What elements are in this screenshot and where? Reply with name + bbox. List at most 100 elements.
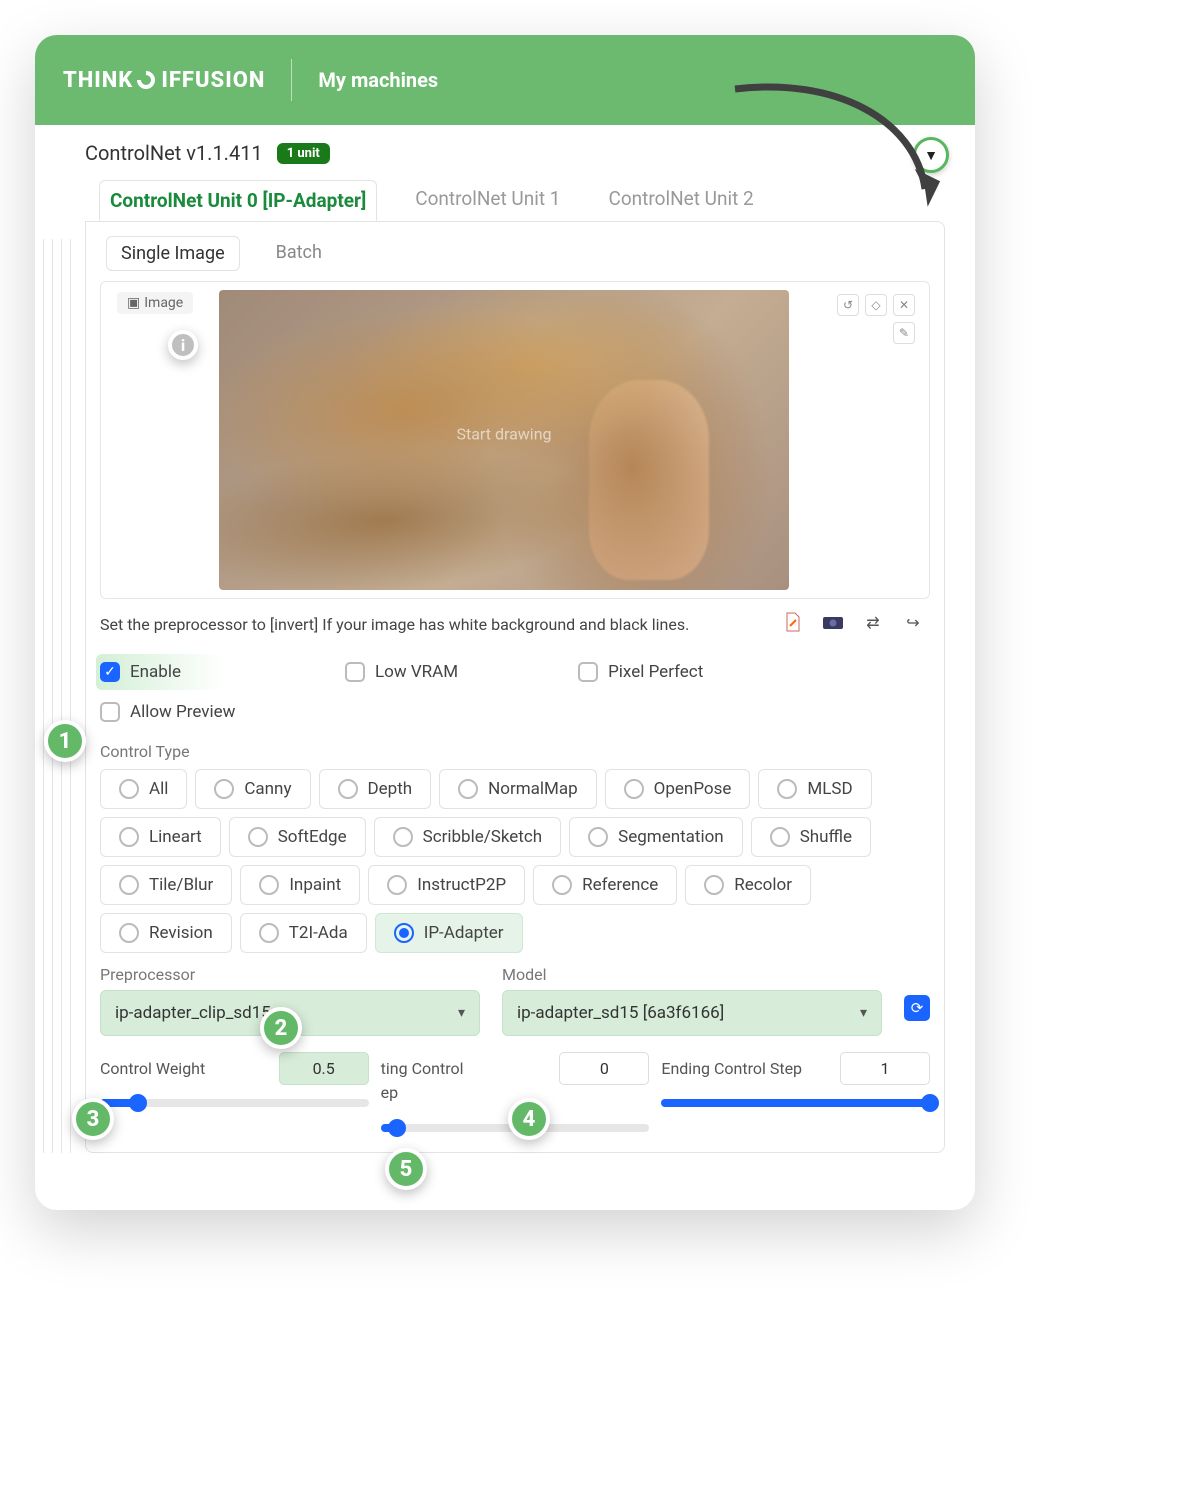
- callout-4: 4: [508, 1098, 550, 1140]
- weight-value[interactable]: 0.5: [279, 1052, 369, 1085]
- radio-depth[interactable]: Depth: [319, 769, 432, 809]
- checkbox-off-icon: [345, 662, 365, 682]
- send-icon[interactable]: ↪: [902, 612, 924, 632]
- model-label: Model: [502, 965, 882, 984]
- radio-label: Canny: [244, 779, 291, 799]
- radio-shuffle[interactable]: Shuffle: [751, 817, 871, 857]
- hint-row: Set the preprocessor to [invert] If your…: [96, 609, 934, 636]
- close-icon[interactable]: ✕: [893, 294, 915, 316]
- logo: THINK IFFUSION: [63, 67, 265, 93]
- callout-3: 3: [72, 1098, 114, 1140]
- radio-inpaint[interactable]: Inpaint: [240, 865, 360, 905]
- pixelperfect-checkbox[interactable]: Pixel Perfect: [578, 662, 703, 682]
- lowvram-checkbox[interactable]: Low VRAM: [345, 662, 458, 682]
- doc-icon[interactable]: [782, 612, 804, 632]
- unit-tabs: ControlNet Unit 0 [IP-Adapter] ControlNe…: [85, 179, 975, 221]
- radio-tile[interactable]: Tile/Blur: [100, 865, 232, 905]
- radio-label: Revision: [149, 923, 213, 943]
- image-label-text: Image: [144, 295, 183, 311]
- checkbox-row-2: Allow Preview: [96, 690, 934, 722]
- checkbox-on-icon: ✓: [100, 662, 120, 682]
- end-value[interactable]: 1: [840, 1052, 930, 1085]
- radio-canny[interactable]: Canny: [195, 769, 310, 809]
- image-area: ▣ Image Start drawing ↺ ◇ ✕ ✎: [100, 281, 930, 599]
- subtab-single[interactable]: Single Image: [106, 236, 240, 271]
- preprocessor-hint: Set the preprocessor to [invert] If your…: [96, 609, 693, 636]
- erase-icon[interactable]: ◇: [865, 294, 887, 316]
- radio-label: Reference: [582, 875, 658, 895]
- model-select[interactable]: ip-adapter_sd15 [6a3f6166]: [502, 990, 882, 1036]
- camera-icon[interactable]: [822, 612, 844, 632]
- nesting-bars: [43, 239, 79, 1153]
- allowpreview-label: Allow Preview: [130, 702, 235, 722]
- tab-unit-2[interactable]: ControlNet Unit 2: [598, 179, 763, 220]
- logo-text-left: THINK: [63, 68, 133, 93]
- allowpreview-checkbox[interactable]: Allow Preview: [100, 702, 235, 722]
- radio-label: Lineart: [149, 827, 202, 847]
- undo-icon[interactable]: ↺: [837, 294, 859, 316]
- start-drawing-text: Start drawing: [456, 425, 551, 444]
- input-image[interactable]: Start drawing: [219, 290, 789, 590]
- mode-tabs: Single Image Batch: [96, 232, 934, 277]
- pen-icon[interactable]: ✎: [893, 322, 915, 344]
- radio-lineart[interactable]: Lineart: [100, 817, 221, 857]
- control-type-group: All Canny Depth NormalMap OpenPose MLSD …: [96, 769, 934, 953]
- start-label-b: ep: [381, 1083, 650, 1102]
- weight-track[interactable]: [100, 1099, 369, 1107]
- control-type-label: Control Type: [96, 722, 934, 769]
- callout-info: i: [168, 330, 198, 360]
- radio-revision[interactable]: Revision: [100, 913, 232, 953]
- weight-label: Control Weight: [100, 1059, 205, 1078]
- unit-badge: 1 unit: [277, 143, 330, 164]
- swap-icon[interactable]: ⇄: [862, 612, 884, 632]
- tab-unit-1[interactable]: ControlNet Unit 1: [405, 179, 570, 220]
- panel-body: ControlNet v1.1.411 1 unit ▼ ControlNet …: [35, 125, 975, 1153]
- checkbox-off-icon: [578, 662, 598, 682]
- radio-seg[interactable]: Segmentation: [569, 817, 743, 857]
- callout-5: 5: [385, 1148, 427, 1190]
- radio-reference[interactable]: Reference: [533, 865, 677, 905]
- tab-unit-0[interactable]: ControlNet Unit 0 [IP-Adapter]: [99, 180, 377, 221]
- radio-label: NormalMap: [488, 779, 578, 799]
- radio-normalmap[interactable]: NormalMap: [439, 769, 597, 809]
- subtab-batch[interactable]: Batch: [262, 236, 336, 271]
- radio-label: Scribble/Sketch: [423, 827, 543, 847]
- radio-label: Shuffle: [800, 827, 852, 847]
- enable-checkbox[interactable]: ✓ Enable: [96, 654, 225, 690]
- radio-openpose[interactable]: OpenPose: [605, 769, 751, 809]
- radio-recolor[interactable]: Recolor: [685, 865, 811, 905]
- radio-label: OpenPose: [654, 779, 732, 799]
- end-track[interactable]: [661, 1099, 930, 1107]
- start-value[interactable]: 0: [559, 1052, 649, 1085]
- end-label: Ending Control Step: [661, 1059, 802, 1078]
- image-label: ▣ Image: [117, 292, 193, 314]
- radio-label: Recolor: [734, 875, 792, 895]
- radio-label: MLSD: [807, 779, 852, 799]
- logo-text-right: IFFUSION: [161, 68, 265, 93]
- checkbox-row: ✓ Enable Low VRAM Pixel Perfect: [96, 636, 934, 690]
- model-col: Model ip-adapter_sd15 [6a3f6166]: [502, 965, 882, 1036]
- refresh-icon[interactable]: ⟳: [904, 995, 930, 1021]
- expand-toggle[interactable]: ▼: [913, 137, 949, 173]
- unit-panel: Single Image Batch ▣ Image Start drawing…: [85, 221, 945, 1153]
- logo-icon: [133, 67, 159, 93]
- callout-2: 2: [260, 1007, 302, 1049]
- radio-label: Depth: [368, 779, 413, 799]
- control-weight-slider: Control Weight 0.5: [100, 1052, 369, 1107]
- start-label-a: ting Control: [381, 1059, 464, 1078]
- panel-title: ControlNet v1.1.411: [85, 141, 263, 165]
- app-header: THINK IFFUSION My machines: [35, 35, 975, 125]
- radio-label: SoftEdge: [278, 827, 347, 847]
- image-icon: ▣: [127, 295, 140, 311]
- preprocessor-model-row: Preprocessor ip-adapter_clip_sd15 Model …: [96, 953, 934, 1036]
- radio-scribble[interactable]: Scribble/Sketch: [374, 817, 562, 857]
- radio-softedge[interactable]: SoftEdge: [229, 817, 366, 857]
- callout-1: 1: [44, 720, 86, 762]
- nav-my-machines[interactable]: My machines: [318, 68, 438, 92]
- radio-t2i[interactable]: T2I-Ada: [240, 913, 367, 953]
- radio-mlsd[interactable]: MLSD: [758, 769, 871, 809]
- lowvram-label: Low VRAM: [375, 662, 458, 682]
- radio-all[interactable]: All: [100, 769, 187, 809]
- radio-instructp2p[interactable]: InstructP2P: [368, 865, 525, 905]
- radio-ipadapter[interactable]: IP-Adapter: [375, 913, 523, 953]
